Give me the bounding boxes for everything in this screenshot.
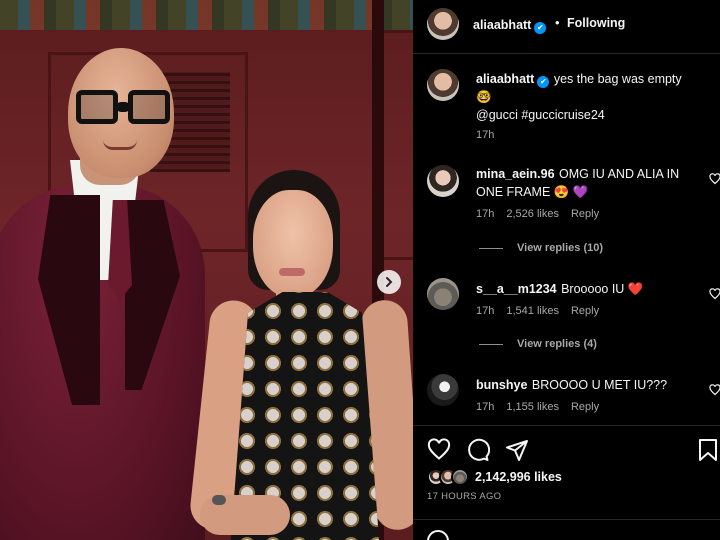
comment-text: Brooooo IU ❤️ [561, 282, 644, 296]
liker-avatar [451, 468, 469, 486]
following-button[interactable]: Following [567, 16, 625, 30]
commenter-avatar[interactable] [427, 374, 459, 406]
view-replies-button[interactable]: View replies (4) [479, 338, 597, 350]
caption-timestamp[interactable]: 17h [476, 129, 494, 141]
comment-meta: 17h 2,526 likes Reply [476, 208, 599, 220]
view-replies-line [479, 343, 503, 345]
comment-text: BROOOO U MET IU??? [531, 378, 668, 392]
commenter-avatar[interactable] [427, 278, 459, 310]
comment: mina_aein.96 OMG IU AND ALIA IN ONE FRAM… [476, 165, 706, 201]
view-replies-label: View replies (10) [517, 242, 604, 254]
comment-icon[interactable] [466, 438, 490, 462]
post-photo[interactable] [0, 0, 413, 540]
likes-count[interactable]: 2,142,996 likes [475, 470, 562, 484]
caption-tags[interactable]: @gucci #guccicruise24 [476, 108, 605, 122]
comment-like-icon[interactable] [709, 384, 720, 396]
caption: aliaabhatt ✔ yes the bag was empty 🤓 @guc… [476, 70, 712, 124]
comment-username[interactable]: s__a__m1234 [476, 282, 557, 296]
verified-badge-icon: ✔ [537, 76, 550, 88]
heart-icon[interactable] [427, 438, 451, 462]
comment-meta: 17h 1,155 likes Reply [476, 401, 599, 413]
comment-username[interactable]: mina_aein.96 [476, 167, 555, 181]
view-replies-label: View replies (4) [517, 338, 597, 350]
comment-timestamp[interactable]: 17h [476, 208, 494, 220]
man-glasses [76, 90, 172, 128]
comment-reply-button[interactable]: Reply [571, 208, 599, 220]
header-divider [413, 53, 720, 54]
caption-text: yes the bag was empty [553, 72, 682, 86]
post-side-panel: aliaabhatt ✔ • Following aliaabhatt ✔ yes … [413, 0, 720, 540]
post-header: aliaabhatt ✔ [473, 16, 547, 34]
comment-timestamp[interactable]: 17h [476, 401, 494, 413]
caption-emoji: 🤓 [476, 90, 492, 104]
painted-frieze [0, 0, 413, 30]
comment-like-icon[interactable] [709, 173, 720, 185]
caption-username[interactable]: aliaabhatt [476, 72, 534, 86]
post-actions-bar [413, 436, 720, 466]
wall-panel-right [380, 30, 413, 260]
ring [212, 495, 226, 505]
send-icon[interactable] [505, 438, 529, 462]
comment-meta: 17h 1,541 likes Reply [476, 305, 599, 317]
comment-likes[interactable]: 1,155 likes [506, 401, 559, 413]
actions-divider [413, 425, 720, 426]
comment-username[interactable]: bunshye [476, 378, 527, 392]
comment-likes[interactable]: 2,526 likes [506, 208, 559, 220]
carousel-next-button[interactable] [377, 270, 401, 294]
likes-summary[interactable]: 2,142,996 likes [427, 468, 562, 486]
commenter-avatar[interactable] [427, 165, 459, 197]
man-smile [103, 140, 137, 150]
view-replies-button[interactable]: View replies (10) [479, 242, 603, 254]
emoji-icon[interactable] [427, 530, 449, 540]
separator-dot: • [555, 15, 560, 30]
comment-timestamp[interactable]: 17h [476, 305, 494, 317]
comment-like-icon[interactable] [709, 288, 720, 300]
bookmark-icon[interactable] [696, 438, 720, 462]
comment: bunshye BROOOO U MET IU??? [476, 376, 706, 394]
comment-likes[interactable]: 1,541 likes [506, 305, 559, 317]
view-replies-line [479, 247, 503, 249]
woman-lips [279, 268, 305, 276]
comment-reply-button[interactable]: Reply [571, 401, 599, 413]
post-time-ago[interactable]: 17 HOURS AGO [427, 491, 501, 502]
author-username[interactable]: aliaabhatt [473, 18, 531, 32]
caption-avatar[interactable] [427, 69, 459, 101]
composer-divider [413, 519, 720, 520]
verified-badge-icon: ✔ [534, 22, 547, 34]
comment-reply-button[interactable]: Reply [571, 305, 599, 317]
comment: s__a__m1234 Brooooo IU ❤️ [476, 280, 706, 298]
woman-face [253, 190, 333, 298]
author-avatar[interactable] [427, 8, 459, 40]
chevron-right-icon [386, 277, 393, 287]
